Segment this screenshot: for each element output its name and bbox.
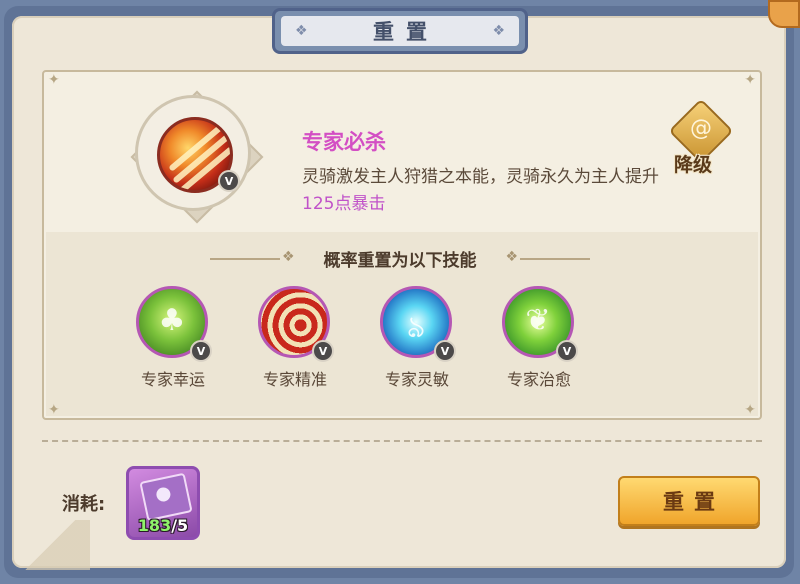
level-badge: V	[218, 170, 240, 192]
possible-skill-1[interactable]: ♣ V 专家幸运	[118, 282, 228, 392]
downgrade-button[interactable]: @ 降级	[666, 98, 736, 180]
spiral-icon: @	[690, 116, 712, 141]
ornament-right-icon: ❖	[492, 23, 505, 39]
ornament-left-icon: ❖	[295, 23, 308, 39]
cost-label: 消耗:	[62, 494, 106, 515]
possible-skill-4[interactable]: ❦ V 专家治愈	[484, 282, 594, 392]
close-corner-icon[interactable]	[768, 0, 800, 28]
level-badge: V	[556, 340, 578, 362]
page-curl-decoration	[10, 520, 90, 570]
skill-label: 专家灵敏	[384, 370, 449, 389]
page-title: 重置	[373, 20, 439, 44]
corner-ornament-icon: ✦	[48, 402, 60, 418]
skill-label: 专家精准	[262, 370, 327, 389]
main-skill-slot[interactable]: V	[130, 90, 264, 224]
corner-ornament-icon: ✦	[48, 72, 60, 88]
reset-button-label: 重置	[663, 490, 725, 514]
downgrade-label: 降级	[674, 154, 713, 176]
level-badge: V	[190, 340, 212, 362]
main-skill-description: 灵骑激发主人狩猎之本能，灵骑永久为主人提升125点暴击	[302, 167, 659, 214]
item-count: 183/5	[137, 516, 189, 535]
possible-skill-3[interactable]: ঌ V 专家灵敏	[362, 282, 472, 392]
skill-book-icon	[139, 472, 193, 522]
corner-ornament-icon: ✦	[744, 402, 756, 418]
corner-ornament-icon: ✦	[744, 72, 756, 88]
cost-item-slot[interactable]: 183/5	[126, 466, 200, 540]
level-badge: V	[434, 340, 456, 362]
probability-header: ❖ 概率重置为以下技能 ❖	[210, 246, 590, 272]
level-badge: V	[312, 340, 334, 362]
bonus-value: 125点暴击	[302, 194, 386, 214]
ornament-icon: ❖	[505, 249, 518, 265]
skill-label: 专家幸运	[140, 370, 205, 389]
title-plaque: ❖ 重置 ❖	[272, 8, 528, 54]
divider	[42, 440, 762, 442]
main-skill-name: 专家必杀	[302, 130, 386, 154]
skill-label: 专家治愈	[506, 370, 571, 389]
reset-button[interactable]: 重置	[618, 476, 760, 526]
possible-skill-2[interactable]: V 专家精准	[240, 282, 350, 392]
